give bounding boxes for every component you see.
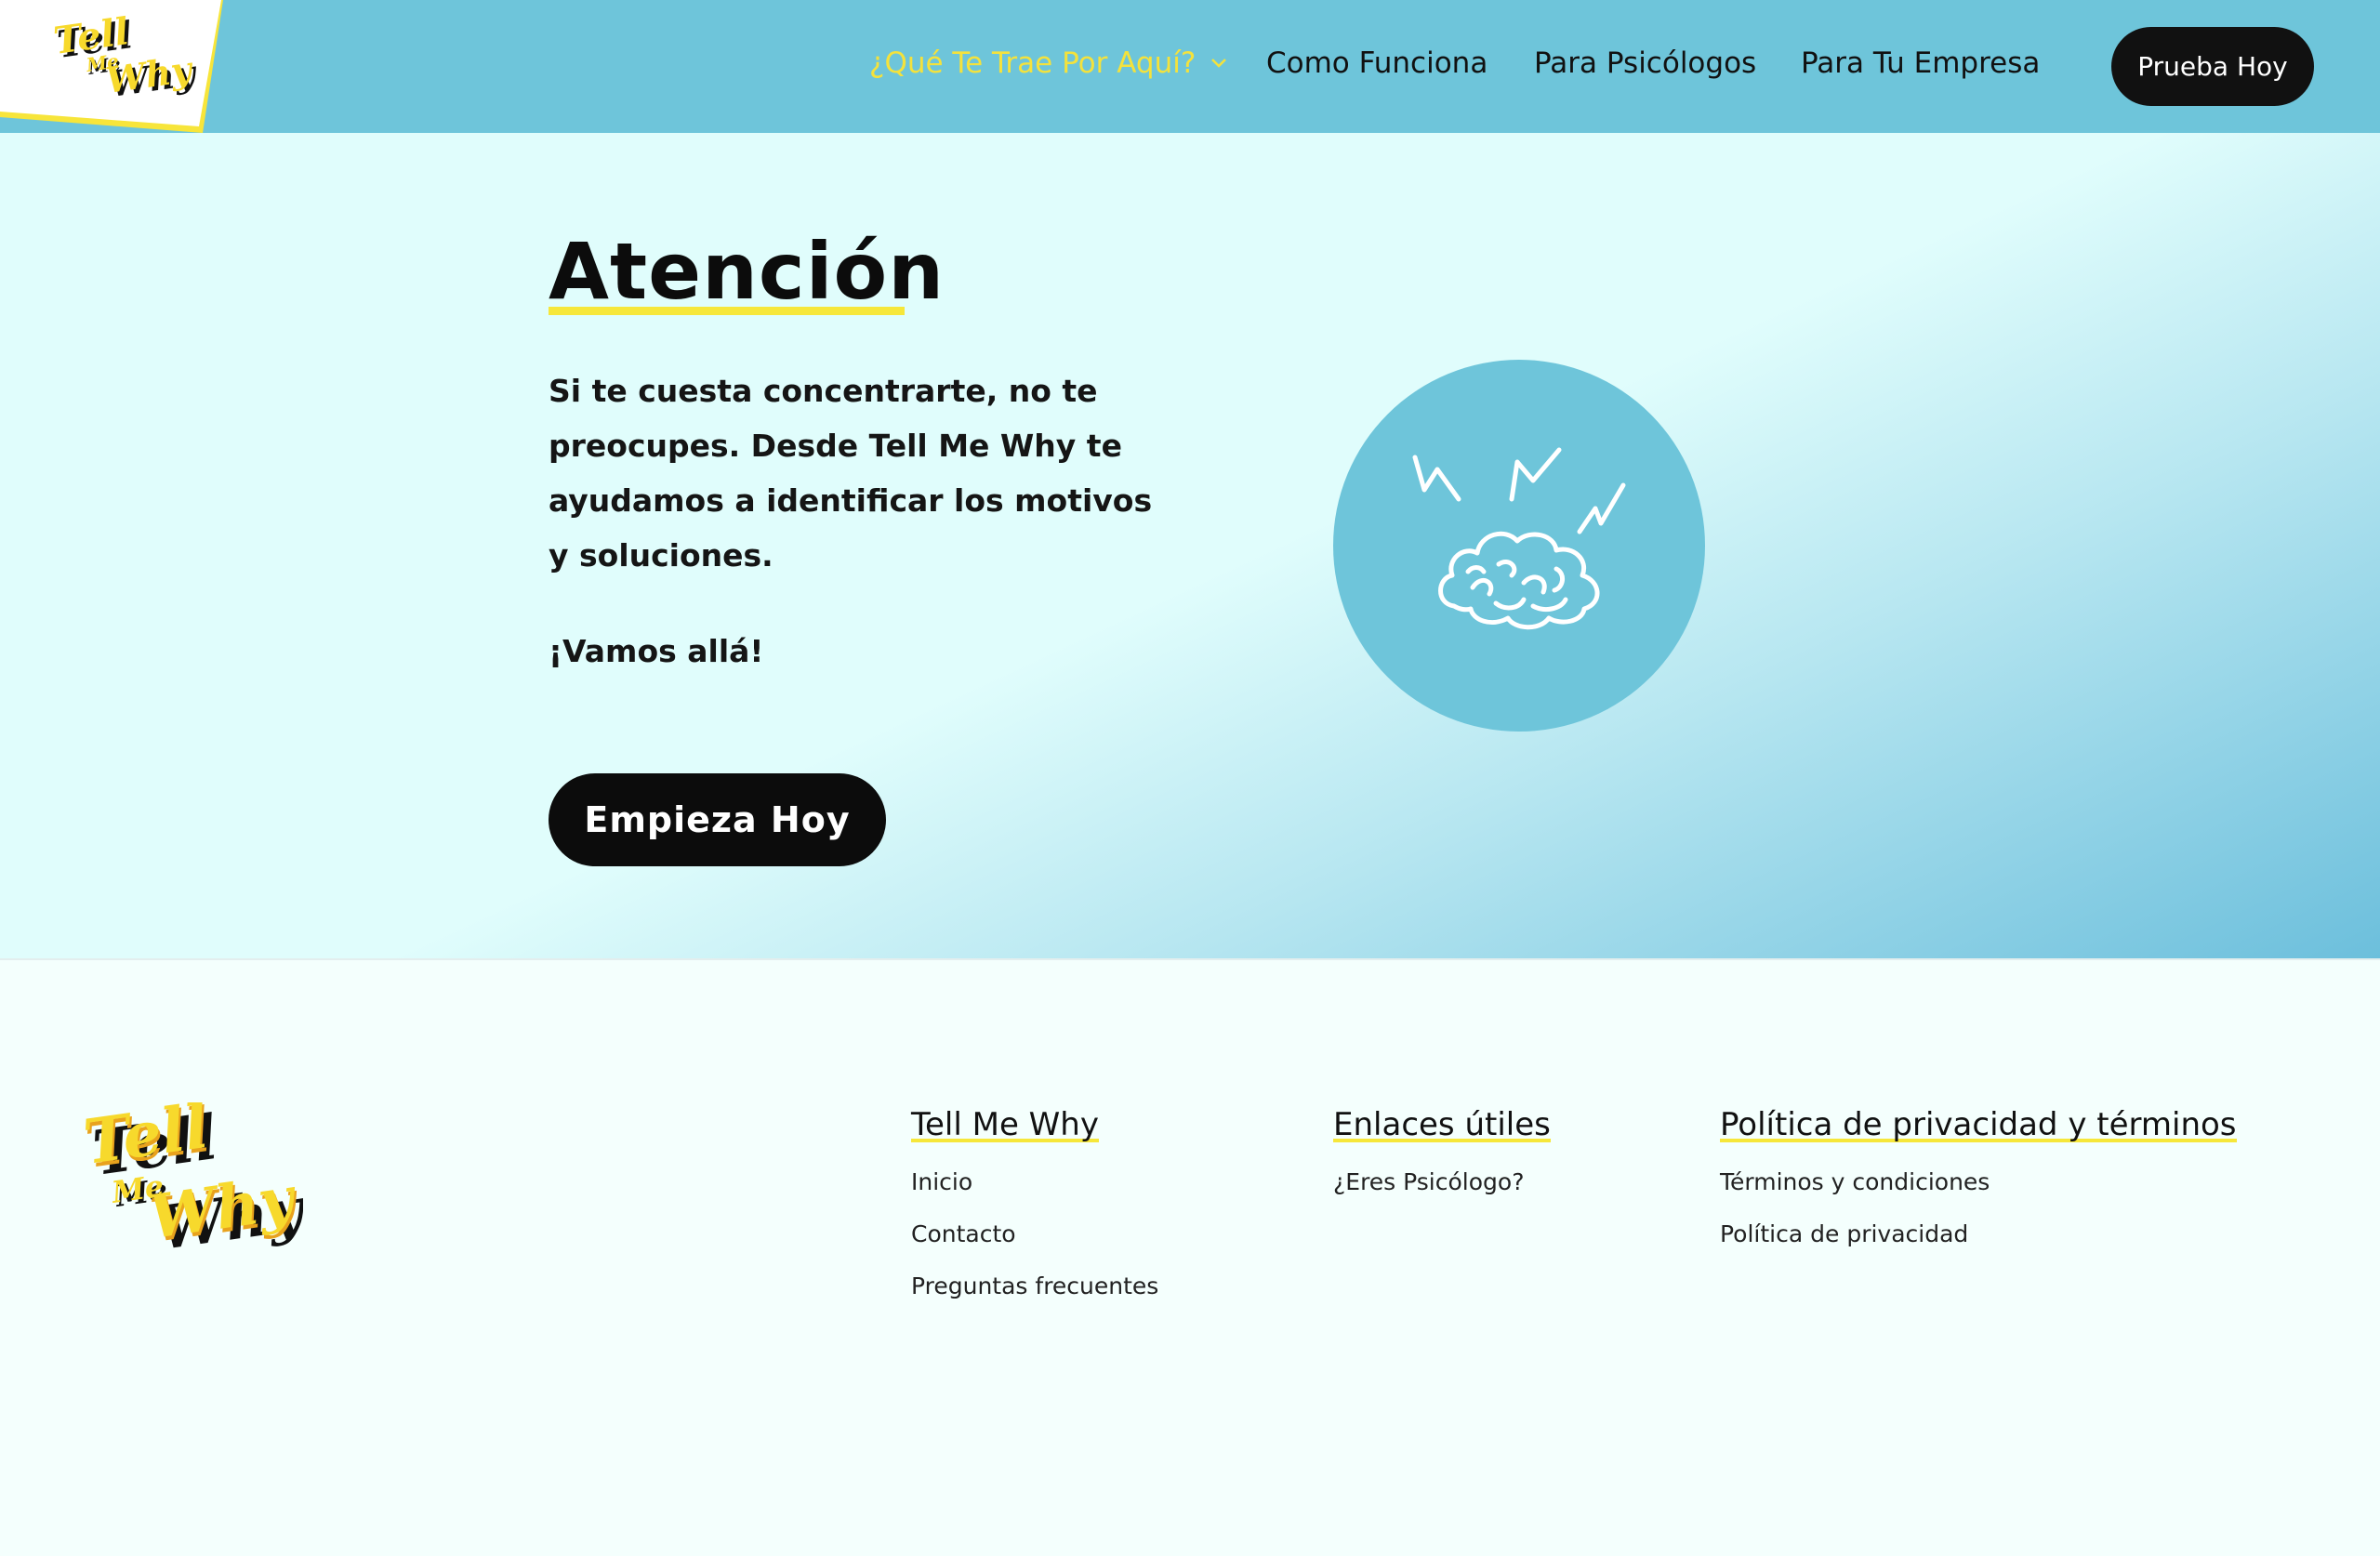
footer-column-title: Tell Me Why bbox=[911, 1106, 1099, 1143]
footer-link-contacto[interactable]: Contacto bbox=[911, 1208, 1158, 1260]
illustration-circle bbox=[1333, 360, 1705, 732]
footer-link-privacidad[interactable]: Política de privacidad bbox=[1720, 1208, 2237, 1260]
hero-description: Si te cuesta concentrarte, no te preocup… bbox=[549, 373, 1153, 574]
nav-item-label: ¿Qué Te Trae Por Aquí? bbox=[869, 46, 1197, 80]
footer-link-inicio[interactable]: Inicio bbox=[911, 1156, 1158, 1208]
footer-column-politica: Política de privacidad y términos Términ… bbox=[1720, 1106, 2237, 1260]
section-divider bbox=[0, 958, 2380, 960]
footer-column-title: Enlaces útiles bbox=[1333, 1106, 1551, 1143]
empieza-hoy-button[interactable]: Empieza Hoy bbox=[549, 773, 886, 866]
chevron-down-icon bbox=[1211, 59, 1227, 68]
hero-cta-line: ¡Vamos allá! bbox=[549, 633, 764, 669]
prueba-hoy-button[interactable]: Prueba Hoy bbox=[2111, 27, 2314, 106]
nav-item-label: Para Tu Empresa bbox=[1801, 46, 2041, 80]
footer-logo[interactable]: Tell Tell Tell Me Me Why Why Why bbox=[79, 1089, 311, 1273]
hero-section: Atención Si te cuesta concentrarte, no t… bbox=[0, 133, 2380, 958]
footer-column-title: Política de privacidad y términos bbox=[1720, 1106, 2237, 1143]
empieza-hoy-label: Empieza Hoy bbox=[584, 799, 851, 840]
footer-column-tell-me-why: Tell Me Why Inicio Contacto Preguntas fr… bbox=[911, 1106, 1158, 1312]
tell-me-why-logo: Tell Tell Me Me Why Why bbox=[51, 9, 201, 105]
logo-link[interactable]: Tell Tell Me Me Why Why bbox=[0, 0, 223, 133]
title-underline bbox=[549, 307, 905, 315]
footer-column-enlaces-utiles: Enlaces útiles ¿Eres Psicólogo? bbox=[1333, 1106, 1551, 1208]
nav-item-como-funciona[interactable]: Como Funciona bbox=[1266, 46, 1488, 80]
nav-item-label: Como Funciona bbox=[1266, 46, 1488, 80]
footer-link-preguntas-frecuentes[interactable]: Preguntas frecuentes bbox=[911, 1260, 1158, 1312]
footer-link-eres-psicologo[interactable]: ¿Eres Psicólogo? bbox=[1333, 1156, 1551, 1208]
prueba-hoy-label: Prueba Hoy bbox=[2137, 51, 2288, 82]
site-header: Tell Tell Me Me Why Why ¿Qué Te Trae Por… bbox=[0, 0, 2380, 133]
nav-item-label: Para Psicólogos bbox=[1534, 46, 1757, 80]
nav-item-para-psicologos[interactable]: Para Psicólogos bbox=[1534, 46, 1756, 80]
nav-item-para-tu-empresa[interactable]: Para Tu Empresa bbox=[1801, 46, 2040, 80]
page-title: Atención bbox=[549, 226, 945, 317]
footer-link-terminos[interactable]: Términos y condiciones bbox=[1720, 1156, 2237, 1208]
nav-item-que-te-trae[interactable]: ¿Qué Te Trae Por Aquí? bbox=[869, 46, 1227, 80]
brain-lightning-icon bbox=[1412, 447, 1626, 630]
tell-me-why-logo: Tell Tell Tell Me Me Why Why Why bbox=[79, 1089, 311, 1264]
